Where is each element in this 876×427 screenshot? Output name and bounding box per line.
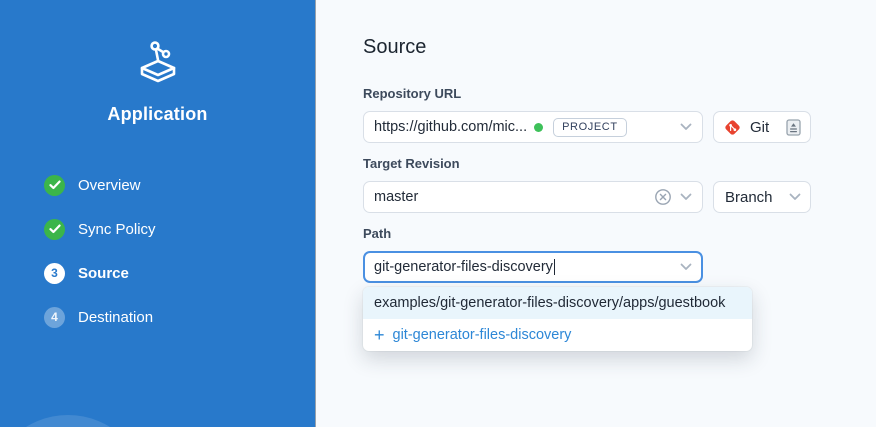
- repository-url-label: Repository URL: [363, 86, 461, 101]
- plus-icon: +: [374, 326, 385, 344]
- step-label: Destination: [78, 309, 153, 326]
- revision-type-label: Branch: [725, 189, 773, 206]
- create-application-wizard: Application Overview Sync Policy 3 Sourc…: [0, 0, 876, 427]
- target-revision-label: Target Revision: [363, 156, 460, 171]
- chevron-down-icon[interactable]: [789, 193, 801, 201]
- path-label: Path: [363, 226, 391, 241]
- step-label: Overview: [78, 177, 141, 194]
- check-icon: [44, 175, 65, 196]
- step-number-badge: 3: [44, 263, 65, 284]
- source-step-panel: Source Repository URL https://github.com…: [316, 0, 876, 427]
- step-label: Sync Policy: [78, 221, 156, 238]
- target-revision-combobox[interactable]: master: [363, 181, 703, 213]
- page-title: Source: [363, 36, 426, 59]
- repo-type-selector[interactable]: Git: [713, 111, 811, 143]
- target-revision-value: master: [374, 189, 418, 205]
- repository-url-value: https://github.com/mic...: [374, 119, 527, 135]
- application-box-branch-icon: [0, 36, 315, 91]
- sidebar-step-source[interactable]: 3 Source: [44, 260, 295, 286]
- chevron-down-icon[interactable]: [680, 193, 692, 201]
- revision-type-selector[interactable]: Branch: [713, 181, 811, 213]
- path-suggestion-item[interactable]: examples/git-generator-files-discovery/a…: [363, 287, 752, 319]
- check-icon: [44, 219, 65, 240]
- chevron-down-icon[interactable]: [680, 123, 692, 131]
- path-create-option[interactable]: + git-generator-files-discovery: [363, 319, 752, 351]
- connection-ok-dot: [534, 123, 543, 132]
- path-combobox[interactable]: git-generator-files-discovery: [363, 251, 703, 283]
- clear-circle-x-icon[interactable]: [654, 188, 672, 206]
- sidebar-step-destination[interactable]: 4 Destination: [44, 304, 295, 330]
- chevron-down-icon[interactable]: [680, 263, 692, 271]
- step-label: Source: [78, 265, 129, 282]
- wizard-title: Application: [0, 104, 315, 125]
- toggle-input-mode-icon[interactable]: [786, 119, 801, 136]
- sidebar-step-overview[interactable]: Overview: [44, 172, 295, 198]
- path-autocomplete-dropdown: examples/git-generator-files-discovery/a…: [363, 287, 752, 351]
- sidebar-step-sync-policy[interactable]: Sync Policy: [44, 216, 295, 242]
- wizard-steps: Overview Sync Policy 3 Source 4 Destinat…: [44, 172, 295, 348]
- project-badge: PROJECT: [553, 118, 627, 137]
- path-create-label: git-generator-files-discovery: [393, 327, 572, 343]
- step-number-badge: 4: [44, 307, 65, 328]
- text-cursor: [554, 259, 556, 275]
- repo-type-label: Git: [750, 119, 769, 136]
- git-icon: [723, 118, 742, 137]
- repository-url-combobox[interactable]: https://github.com/mic... PROJECT: [363, 111, 703, 143]
- decorative-circle: [0, 415, 148, 427]
- wizard-sidebar: Application Overview Sync Policy 3 Sourc…: [0, 0, 316, 427]
- path-value: git-generator-files-discovery: [374, 259, 553, 275]
